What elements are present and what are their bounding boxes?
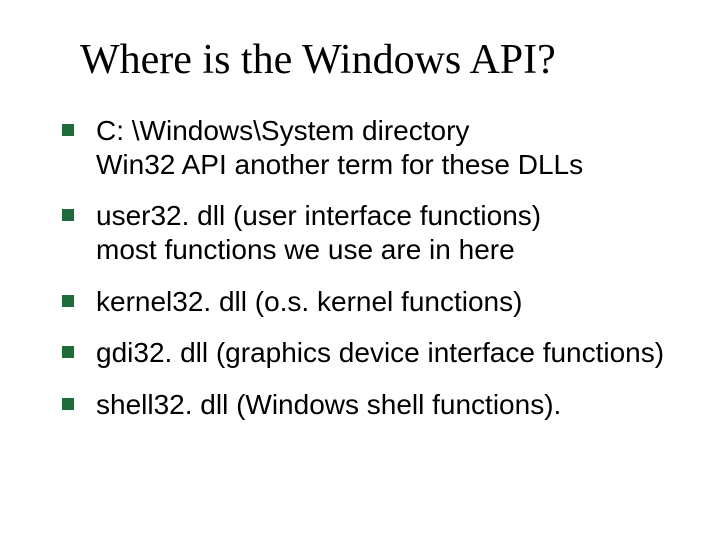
list-item: gdi32. dll (graphics device interface fu… xyxy=(56,336,672,370)
bullet-line: C: \Windows\System directory xyxy=(96,114,672,148)
bullet-line: kernel32. dll (o.s. kernel functions) xyxy=(96,285,672,319)
list-item: C: \Windows\System directory Win32 API a… xyxy=(56,114,672,181)
bullet-line: Win32 API another term for these DLLs xyxy=(96,148,672,182)
slide: Where is the Windows API? C: \Windows\Sy… xyxy=(0,0,720,540)
slide-title: Where is the Windows API? xyxy=(80,36,672,84)
list-item: shell32. dll (Windows shell functions). xyxy=(56,388,672,422)
bullet-list: C: \Windows\System directory Win32 API a… xyxy=(56,114,672,421)
bullet-line: shell32. dll (Windows shell functions). xyxy=(96,388,672,422)
bullet-line: user32. dll (user interface functions) xyxy=(96,199,672,233)
bullet-line: most functions we use are in here xyxy=(96,233,672,267)
bullet-line: gdi32. dll (graphics device interface fu… xyxy=(96,336,672,370)
list-item: user32. dll (user interface functions) m… xyxy=(56,199,672,266)
list-item: kernel32. dll (o.s. kernel functions) xyxy=(56,285,672,319)
